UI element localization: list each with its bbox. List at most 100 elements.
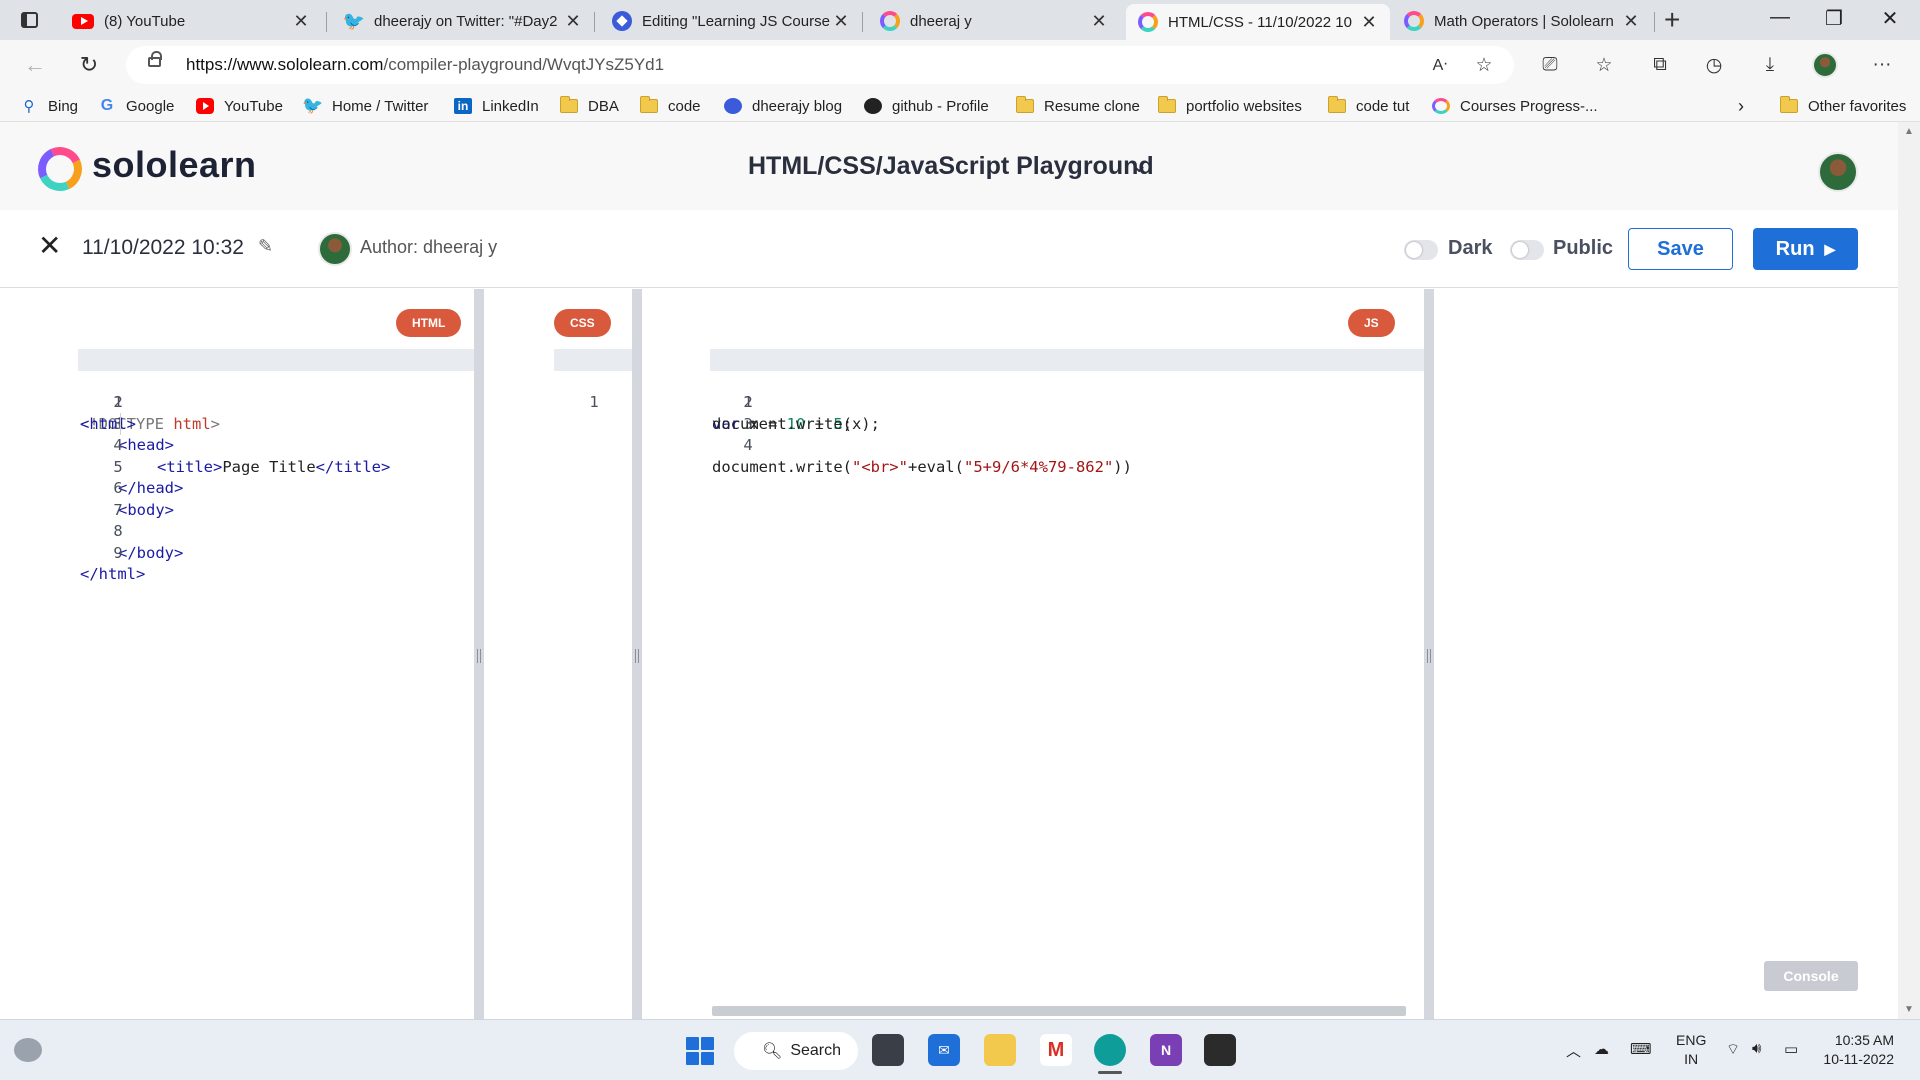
tab-youtube[interactable]: (8) YouTube ✕	[60, 4, 322, 38]
code-line: 3 <head>	[0, 392, 474, 455]
back-icon[interactable]: ←	[22, 52, 48, 78]
bookmark-twitter[interactable]: 🐦 Home / Twitter	[302, 95, 428, 117]
bookmark-folder-codetut[interactable]: code tut	[1328, 95, 1409, 117]
bookmark-google[interactable]: G Google	[98, 95, 175, 117]
pane-resize-handle[interactable]	[474, 289, 484, 1019]
horizontal-scrollbar[interactable]	[712, 1006, 1406, 1016]
close-icon[interactable]: ✕	[1360, 12, 1378, 33]
onedrive-icon[interactable]: ☁	[1594, 1040, 1609, 1058]
add-favorite-icon[interactable]: ☆	[1470, 51, 1498, 79]
gmail-icon[interactable]: M	[1040, 1034, 1072, 1066]
js-code-lines[interactable]: 1 var x = 10 + 5; 2 document.write(x); 3…	[642, 349, 1424, 476]
more-menu-icon[interactable]: ···	[1868, 51, 1896, 79]
close-icon[interactable]: ✕	[564, 11, 582, 32]
tab-playground-active[interactable]: HTML/CSS - 11/10/2022 10 ✕	[1126, 4, 1390, 40]
close-icon[interactable]: ✕	[832, 11, 850, 32]
tab-dheeraj-profile[interactable]: dheeraj y ✕	[868, 4, 1120, 38]
tab-math-operators[interactable]: Math Operators | Sololearn ✕	[1392, 4, 1652, 38]
taskbar-search[interactable]: 🔍︎ Search	[734, 1032, 858, 1070]
close-icon[interactable]: ✕	[1090, 11, 1108, 32]
cast-icon[interactable]: ⎚	[1536, 51, 1564, 79]
weather-icon[interactable]	[14, 1038, 42, 1062]
downloads-icon[interactable]: ⤓	[1756, 51, 1784, 79]
run-button[interactable]: Run ▶	[1753, 228, 1858, 270]
code-line: 4 <title>Page Title</title>	[0, 414, 474, 476]
scroll-down-icon[interactable]: ▼	[1904, 1004, 1914, 1015]
bookmark-github[interactable]: github - Profile	[864, 95, 989, 117]
code-line: 8 </body>	[0, 500, 474, 562]
play-icon: ▶	[1824, 240, 1836, 257]
close-icon[interactable]: ✕	[38, 232, 61, 260]
sticky-notes-icon[interactable]	[1204, 1034, 1236, 1066]
user-avatar[interactable]	[1818, 152, 1858, 192]
bookmark-folder-resume[interactable]: Resume clone	[1016, 95, 1140, 117]
address-bar[interactable]: https://www.sololearn.com/compiler-playg…	[126, 46, 1514, 84]
windows-start-icon[interactable]	[686, 1037, 714, 1065]
lock-icon[interactable]	[148, 51, 162, 67]
new-tab-icon[interactable]: +	[1664, 6, 1680, 34]
dark-mode-toggle[interactable]	[1404, 240, 1438, 260]
html-badge[interactable]: HTML	[396, 309, 462, 337]
bookmark-linkedin[interactable]: in LinkedIn	[454, 95, 539, 117]
minimize-icon[interactable]: —	[1760, 6, 1800, 29]
history-icon[interactable]: ◷	[1700, 51, 1728, 79]
html-code-lines[interactable]: 1 <!DOCTYPE html> 2 <html> 3 <head> 4 <t…	[0, 349, 474, 583]
show-hidden-icons-chevron-icon[interactable]: ︿	[1566, 1040, 1581, 1061]
bookmark-folder-dba[interactable]: DBA	[560, 95, 619, 117]
tab-title: dheeraj y	[910, 12, 972, 30]
close-icon[interactable]: ✕	[1622, 11, 1640, 32]
tab-editing-course[interactable]: Editing "Learning JS Course ✕	[600, 4, 862, 38]
bookmark-blog[interactable]: dheerajy blog	[724, 95, 842, 117]
window-close-icon[interactable]: ✕	[1870, 6, 1910, 31]
bookmark-youtube[interactable]: YouTube	[196, 95, 283, 117]
bookmark-folder-code[interactable]: code	[640, 95, 701, 117]
pane-resize-handle[interactable]	[1424, 289, 1434, 1019]
pencil-icon[interactable]: ✎	[258, 236, 273, 257]
address-bar-row: ← ↻ https://www.sololearn.com/compiler-p…	[0, 40, 1920, 90]
tab-twitter[interactable]: 🐦 dheerajy on Twitter: "#Day2 ✕	[332, 4, 594, 38]
js-editor[interactable]: JS 1 var x = 10 + 5; 2 document.write(x)…	[642, 289, 1424, 1019]
bookmark-other-favorites[interactable]: Other favorites	[1780, 95, 1906, 117]
css-editor[interactable]: CSS 1	[484, 289, 632, 1019]
pane-resize-handle[interactable]	[632, 289, 642, 1019]
css-badge[interactable]: CSS	[554, 309, 611, 337]
scroll-up-icon[interactable]: ▲	[1904, 126, 1914, 137]
js-badge[interactable]: JS	[1348, 309, 1395, 337]
wifi-icon[interactable]: ⌔	[1726, 1040, 1740, 1059]
bookmarks-overflow-chevron-icon[interactable]: ›	[1738, 95, 1744, 117]
profile-avatar[interactable]	[1812, 52, 1838, 78]
collections-icon[interactable]: ⧉	[1646, 51, 1674, 79]
language-indicator[interactable]: ENG IN	[1676, 1031, 1706, 1069]
bookmark-bing[interactable]: ⚲ Bing	[20, 95, 79, 117]
tab-actions-icon[interactable]	[16, 8, 42, 32]
html-editor[interactable]: HTML 1 <!DOCTYPE html> 2 <html> 3 <head>…	[0, 289, 474, 1019]
url-text[interactable]: https://www.sololearn.com/compiler-playg…	[186, 55, 664, 75]
restore-icon[interactable]: ❐	[1814, 6, 1854, 31]
sololearn-logo-icon[interactable]	[31, 140, 89, 198]
bookmark-courses[interactable]: Courses Progress-...	[1432, 95, 1598, 117]
playground-title[interactable]: HTML/CSS/JavaScript Playground	[748, 152, 1154, 181]
battery-icon[interactable]: ▭	[1784, 1040, 1798, 1058]
keyboard-icon[interactable]: ⌨	[1630, 1040, 1652, 1058]
tab-separator	[326, 12, 327, 32]
favorites-icon[interactable]: ☆	[1590, 51, 1618, 79]
page-scrollbar[interactable]: ▲ ▼	[1898, 122, 1920, 1019]
console-button[interactable]: Console	[1764, 961, 1858, 991]
task-view-icon[interactable]	[872, 1034, 904, 1066]
mail-icon[interactable]: ✉	[928, 1034, 960, 1066]
search-icon: 🔍︎	[762, 1043, 783, 1060]
close-icon[interactable]: ✕	[292, 11, 310, 32]
onenote-icon[interactable]: N	[1150, 1034, 1182, 1066]
read-aloud-icon[interactable]: Aᐧ	[1426, 51, 1454, 79]
public-toggle[interactable]	[1510, 240, 1544, 260]
bookmark-folder-portfolio[interactable]: portfolio websites	[1158, 95, 1302, 117]
volume-icon[interactable]: 🔊︎	[1752, 1040, 1761, 1057]
taskbar-clock[interactable]: 10:35 AM 10-11-2022	[1818, 1031, 1894, 1069]
save-button[interactable]: Save	[1628, 228, 1733, 270]
css-code-lines[interactable]: 1	[484, 349, 632, 411]
edge-browser-icon[interactable]	[1094, 1034, 1126, 1066]
chevron-down-icon[interactable]: ⌄	[1130, 152, 1148, 178]
refresh-icon[interactable]: ↻	[76, 52, 102, 78]
sololearn-logo-text[interactable]: sololearn	[92, 144, 257, 186]
file-explorer-icon[interactable]	[984, 1034, 1016, 1066]
